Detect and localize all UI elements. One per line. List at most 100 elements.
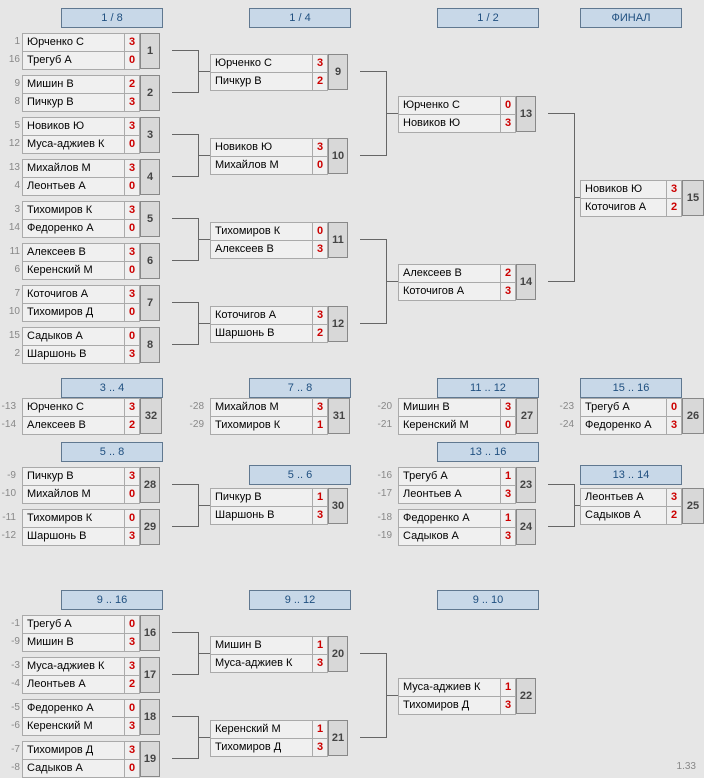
score: 0 [500,96,516,115]
player-name: Михайлов М [210,398,314,417]
score: 2 [666,198,682,217]
player-name: Пичкур В [210,72,314,91]
score: 0 [666,398,682,417]
score: 3 [312,54,328,73]
player-name: Тихомиров К [22,201,126,220]
score: 3 [124,243,140,262]
score: 0 [124,615,140,634]
player-name: Муса-аджиев К [210,654,314,673]
match-id: 23 [516,467,536,503]
score: 3 [500,527,516,546]
header-place-9-16: 9 .. 16 [61,590,163,610]
header-round-1-2: 1 / 2 [437,8,539,28]
score: 2 [312,72,328,91]
seed: -20 [376,398,392,415]
seed: -12 [0,527,16,544]
player-name: Коточигов А [398,282,502,301]
score: 3 [312,506,328,525]
player-name: Мишин В [22,75,126,94]
player-name: Садыков А [22,759,126,778]
seed: -4 [4,675,20,692]
header-place-3-4: 3 .. 4 [61,378,163,398]
score: 3 [124,633,140,652]
seed: -17 [376,485,392,502]
seed: -13 [0,398,16,415]
match-id: 31 [328,398,350,434]
seed: 1 [4,33,20,50]
player-name: Пичкур В [22,93,126,112]
score: 3 [124,201,140,220]
player-name: Керенский М [22,717,126,736]
player-name: Садыков А [398,527,502,546]
seed: 12 [4,135,20,152]
score: 1 [312,720,328,739]
score: 0 [124,303,140,322]
score: 3 [312,240,328,259]
seed: 8 [4,93,20,110]
player-name: Федоренко А [22,219,126,238]
seed: -9 [4,633,20,650]
score: 3 [500,398,516,417]
player-name: Юрченко С [398,96,502,115]
seed: 16 [4,51,20,68]
match-id: 22 [516,678,536,714]
score: 0 [312,156,328,175]
player-name: Федоренко А [22,699,126,718]
seed: -10 [0,485,16,502]
player-name: Мишин В [210,636,314,655]
match-id: 21 [328,720,348,756]
score: 3 [312,138,328,157]
seed: -11 [0,509,16,526]
score: 2 [124,75,140,94]
score: 3 [500,485,516,504]
player-name: Садыков А [22,327,126,346]
score: 3 [500,696,516,715]
player-name: Михайлов М [210,156,314,175]
seed: -7 [4,741,20,758]
seed: -9 [0,467,16,484]
match-id: 2 [140,75,160,111]
match-id: 28 [140,467,160,503]
player-name: Мишин В [398,398,502,417]
score: 1 [500,467,516,486]
seed: -14 [0,416,16,433]
player-name: Новиков Ю [580,180,668,199]
match-id: 6 [140,243,160,279]
score: 3 [312,654,328,673]
match-id: 17 [140,657,160,693]
seed: 6 [4,261,20,278]
score: 3 [666,488,682,507]
player-name: Трегуб А [580,398,668,417]
match-id: 10 [328,138,348,174]
match-id: 32 [140,398,162,434]
player-name: Леонтьев А [22,675,126,694]
player-name: Керенский М [210,720,314,739]
match-id: 15 [682,180,704,216]
player-name: Тихомиров К [210,416,314,435]
seed: 13 [4,159,20,176]
seed: -19 [376,527,392,544]
score: 3 [124,117,140,136]
player-name: Алексеев В [210,240,314,259]
player-name: Пичкур В [22,467,126,486]
score: 1 [312,636,328,655]
player-name: Пичкур В [210,488,314,507]
score: 0 [124,177,140,196]
player-name: Тихомиров Д [398,696,502,715]
match-id: 18 [140,699,160,735]
score: 0 [124,135,140,154]
score: 1 [500,509,516,528]
seed: -6 [4,717,20,734]
player-name: Садыков А [580,506,668,525]
header-place-9-12: 9 .. 12 [249,590,351,610]
seed: 7 [4,285,20,302]
score: 0 [124,327,140,346]
player-name: Тихомиров Д [22,303,126,322]
score: 3 [124,285,140,304]
match-id: 9 [328,54,348,90]
seed: -23 [558,398,574,415]
score: 1 [312,416,328,435]
player-name: Новиков Ю [22,117,126,136]
seed: -1 [4,615,20,632]
score: 3 [666,180,682,199]
